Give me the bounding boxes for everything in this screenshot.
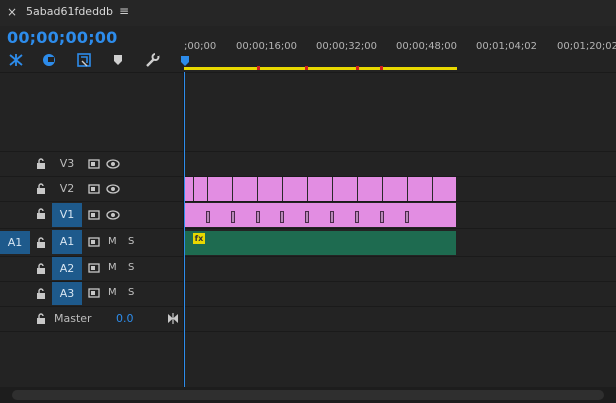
divider (0, 201, 616, 202)
transition-marker[interactable] (355, 211, 359, 223)
lock-icon[interactable] (36, 313, 46, 325)
transition-marker[interactable] (305, 211, 309, 223)
solo-button[interactable]: S (128, 287, 134, 298)
master-track-label: Master (54, 312, 92, 325)
video-clip[interactable] (233, 177, 258, 201)
horizontal-scrollbar-thumb[interactable] (12, 390, 604, 400)
playhead-handle[interactable] (181, 56, 189, 66)
sync-lock-icon[interactable] (88, 263, 100, 273)
close-icon[interactable]: × (7, 5, 19, 19)
divider (0, 151, 616, 152)
sequence-tab-title[interactable]: 5abad61fdeddb (26, 5, 113, 19)
panel-tab-bar: × 5abad61fdeddb ≡ (0, 0, 616, 26)
fx-badge: fx (193, 233, 205, 244)
lock-icon[interactable] (36, 263, 46, 275)
track-header-v3: V3 (0, 153, 184, 175)
mute-button[interactable]: M (108, 287, 117, 298)
track-header-a1: A1 A1 M S (0, 230, 184, 255)
transition-marker[interactable] (206, 211, 210, 223)
transition-marker[interactable] (231, 211, 235, 223)
video-clip[interactable] (333, 177, 358, 201)
divider (0, 228, 616, 229)
lock-icon[interactable] (36, 183, 46, 195)
track-label-a2[interactable]: A2 (52, 257, 82, 280)
time-ruler[interactable]: ;00;00 00;00;16;00 00;00;32;00 00;00;48;… (181, 26, 616, 72)
linked-selection-icon[interactable] (39, 50, 59, 70)
track-header-a2: A2 M S (0, 257, 184, 280)
lock-icon[interactable] (36, 158, 46, 170)
insert-sequence-icon[interactable] (74, 50, 94, 70)
video-clip[interactable] (185, 177, 194, 201)
sequence-marker[interactable] (305, 66, 308, 70)
lock-icon[interactable] (36, 288, 46, 300)
playhead-line[interactable] (184, 72, 185, 387)
track-label-a3[interactable]: A3 (52, 282, 82, 305)
timeline-panel: × 5abad61fdeddb ≡ 00;00;00;00 ;00;00 00;… (0, 0, 616, 403)
snap-magnet-icon[interactable] (6, 50, 26, 70)
sync-lock-icon[interactable] (88, 288, 100, 298)
sequence-marker[interactable] (356, 66, 359, 70)
go-to-in-out-icon[interactable] (167, 313, 179, 324)
mute-button[interactable]: M (108, 236, 117, 247)
solo-button[interactable]: S (128, 236, 134, 247)
video-clip[interactable] (433, 177, 456, 201)
video-clip[interactable] (283, 177, 308, 201)
add-marker-icon[interactable] (108, 50, 128, 70)
sequence-marker[interactable] (380, 66, 383, 70)
eye-icon[interactable] (106, 210, 120, 220)
track-header-a3: A3 M S (0, 282, 184, 305)
lock-icon[interactable] (36, 237, 46, 249)
track-label-v3[interactable]: V3 (52, 153, 82, 175)
video-clip[interactable] (358, 177, 383, 201)
source-patch-a1[interactable]: A1 (0, 231, 30, 254)
master-volume-value[interactable]: 0.0 (116, 312, 134, 325)
transition-marker[interactable] (380, 211, 384, 223)
video-clip[interactable] (194, 177, 208, 201)
ruler-label: 00;01;04;02 (476, 41, 538, 52)
video-clip[interactable] (383, 177, 408, 201)
mute-button[interactable]: M (108, 262, 117, 273)
sync-lock-icon[interactable] (88, 210, 100, 220)
sync-lock-icon[interactable] (88, 159, 100, 169)
track-header-v2: V2 (0, 178, 184, 200)
sync-lock-icon[interactable] (88, 237, 100, 247)
playhead-timecode[interactable]: 00;00;00;00 (7, 28, 117, 47)
ruler-label: ;00;00 (184, 41, 217, 52)
ruler-label: 00;00;16;00 (236, 41, 298, 52)
video-clip[interactable] (258, 177, 283, 201)
video-clip[interactable] (408, 177, 433, 201)
ruler-label: 00;01;20;02 (557, 41, 616, 52)
panel-menu-icon[interactable]: ≡ (119, 4, 131, 18)
divider (0, 306, 616, 307)
track-header-v1: V1 (0, 203, 184, 227)
track-label-v2[interactable]: V2 (52, 178, 82, 200)
sync-lock-icon[interactable] (88, 184, 100, 194)
track-label-v1[interactable]: V1 (52, 203, 82, 227)
audio-clip-a1[interactable]: fx (185, 231, 456, 255)
video-clip-v1[interactable] (185, 203, 456, 227)
track-label-a1[interactable]: A1 (52, 230, 82, 254)
transition-marker[interactable] (280, 211, 284, 223)
eye-icon[interactable] (106, 159, 120, 169)
divider (0, 72, 616, 73)
wrench-icon[interactable] (142, 50, 162, 70)
transition-marker[interactable] (405, 211, 409, 223)
lock-icon[interactable] (36, 208, 46, 220)
transition-marker[interactable] (256, 211, 260, 223)
work-area-bar[interactable] (184, 67, 457, 70)
transition-marker[interactable] (330, 211, 334, 223)
video-clip[interactable] (208, 177, 233, 201)
ruler-label: 00;00;32;00 (316, 41, 378, 52)
sequence-marker[interactable] (257, 66, 260, 70)
ruler-label: 00;00;48;00 (396, 41, 458, 52)
solo-button[interactable]: S (128, 262, 134, 273)
eye-icon[interactable] (106, 184, 120, 194)
divider (0, 331, 616, 332)
video-clip[interactable] (308, 177, 333, 201)
